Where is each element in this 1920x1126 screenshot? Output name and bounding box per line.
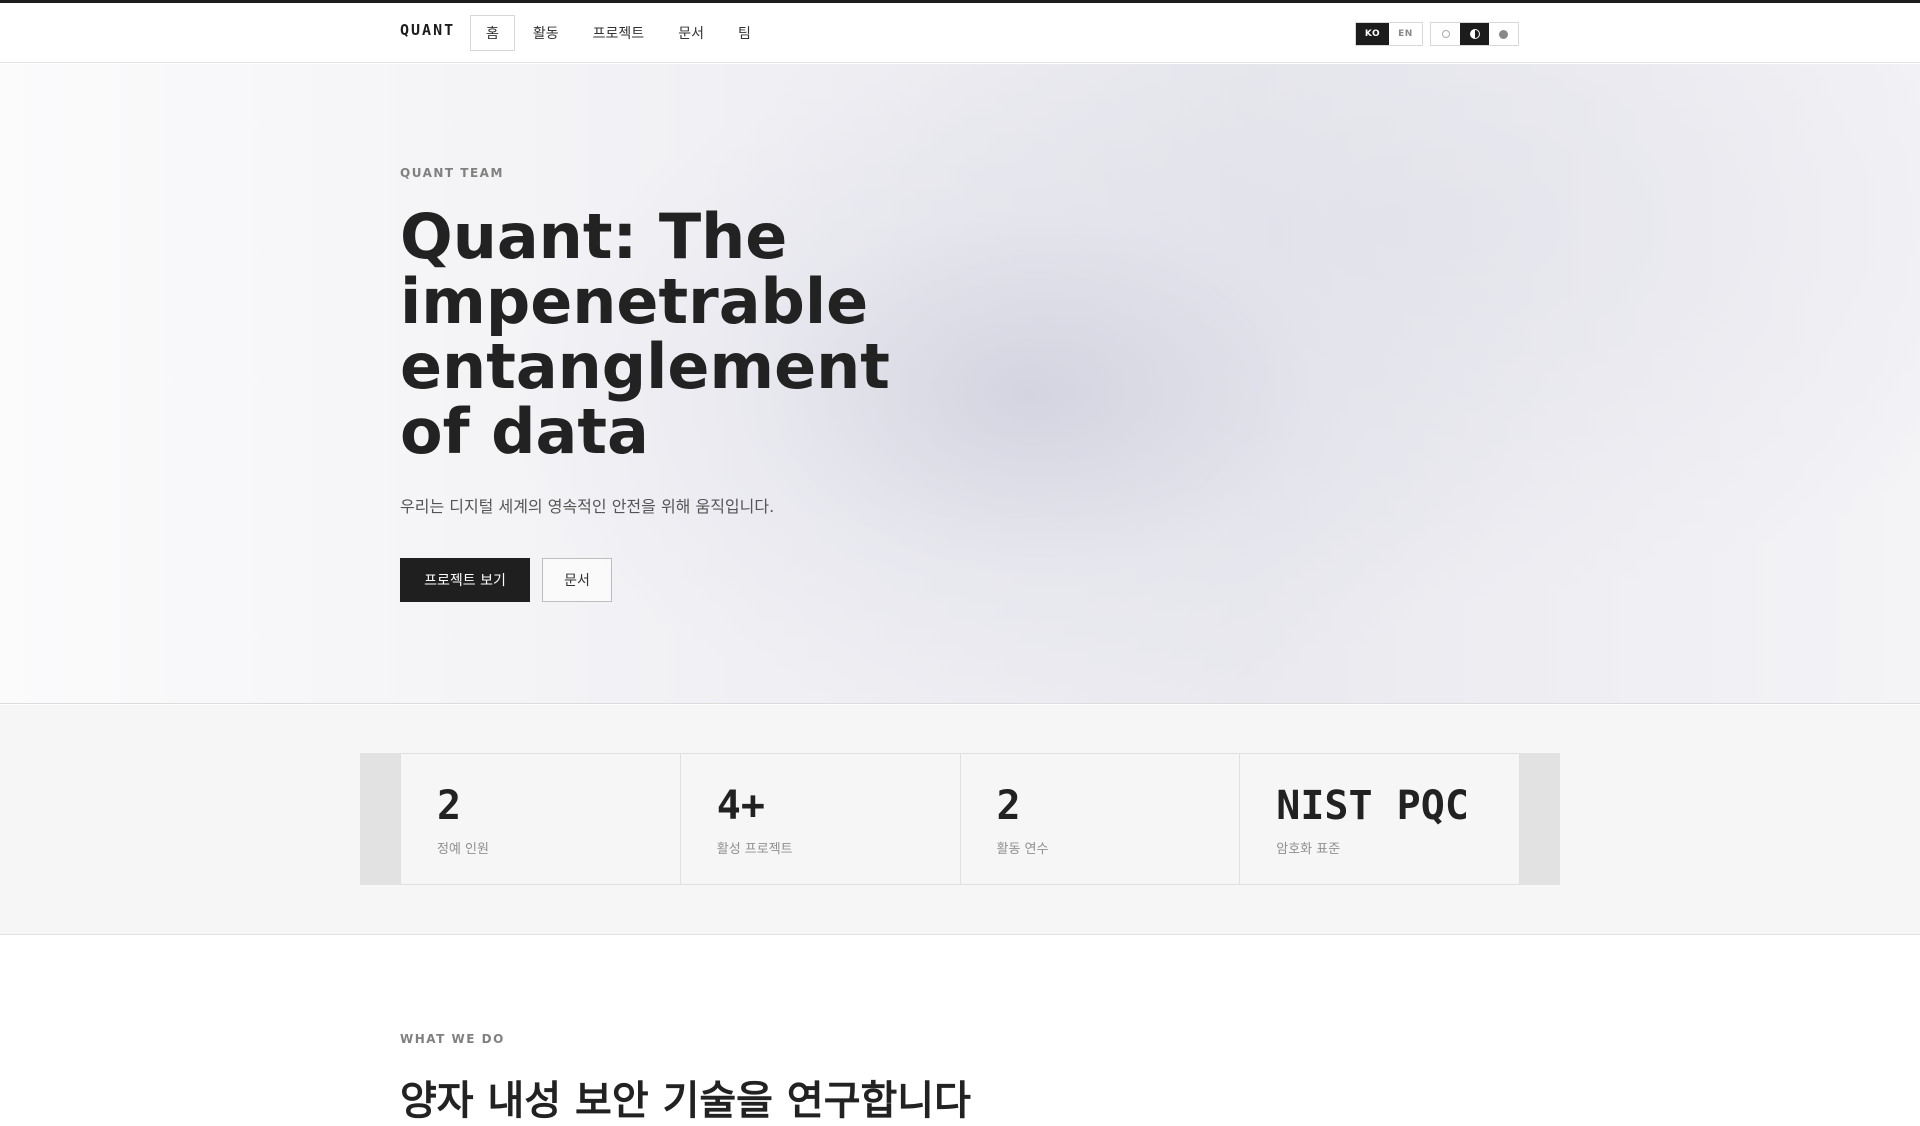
stats-section: 2 정예 인원 4+ 활성 프로젝트 2 활동 연수 NIST PQC 암호화 … [0,705,1920,935]
language-switcher: KO EN [1355,22,1423,46]
theme-light-button[interactable] [1431,23,1460,45]
stats-grid: 2 정예 인원 4+ 활성 프로젝트 2 활동 연수 NIST PQC 암호화 … [360,753,1560,885]
nav-link-home[interactable]: 홈 [470,15,515,51]
stat-label: 활동 연수 [996,842,1049,857]
theme-auto-button[interactable] [1460,23,1489,45]
theme-dark-button[interactable] [1489,23,1518,45]
hero-title: Quant: The impenetrable entanglement of … [400,200,890,468]
stat-value: 4+ [716,783,765,829]
dark-mode-icon [1499,29,1508,39]
stat-value: 2 [996,783,1021,829]
docs-button[interactable]: 문서 [542,558,612,602]
view-projects-button[interactable]: 프로젝트 보기 [400,558,530,602]
nav-link-team[interactable]: 팀 [722,15,767,51]
lang-ko-button[interactable]: KO [1356,23,1389,45]
light-mode-icon [1441,30,1450,38]
nav-link-activities[interactable]: 활동 [517,15,575,51]
stat-card-standard: NIST PQC 암호화 표준 [1239,753,1520,885]
stat-label: 활성 프로젝트 [716,842,793,857]
lang-en-button[interactable]: EN [1389,23,1422,45]
top-navigation: QUANT 홈 활동 프로젝트 문서 팀 KO EN [0,3,1920,63]
nav-links: 홈 활동 프로젝트 문서 팀 [470,15,769,51]
section-title: 양자 내성 보안 기술을 연구합니다 [400,1078,971,1124]
section-eyebrow: WHAT WE DO [400,1032,505,1046]
nav-link-projects[interactable]: 프로젝트 [577,15,661,51]
hero-eyebrow: QUANT TEAM [400,166,504,180]
hero-subtitle: 우리는 디지털 세계의 영속적인 안전을 위해 움직입니다. [400,497,775,516]
stat-label: 정예 인원 [437,842,489,857]
theme-switcher [1430,22,1519,46]
auto-mode-icon [1469,29,1480,39]
nav-link-docs[interactable]: 문서 [662,15,720,51]
brand-logo[interactable]: QUANT [400,21,455,39]
stat-card-members: 2 정예 인원 [400,753,680,885]
stat-card-projects: 4+ 활성 프로젝트 [679,753,960,885]
stat-card-years: 2 활동 연수 [959,753,1240,885]
stat-value: NIST PQC [1276,783,1469,829]
stat-label: 암호화 표준 [1276,842,1341,857]
hero-section: QUANT TEAM Quant: The impenetrable entan… [0,64,1920,704]
stat-value: 2 [437,783,462,829]
